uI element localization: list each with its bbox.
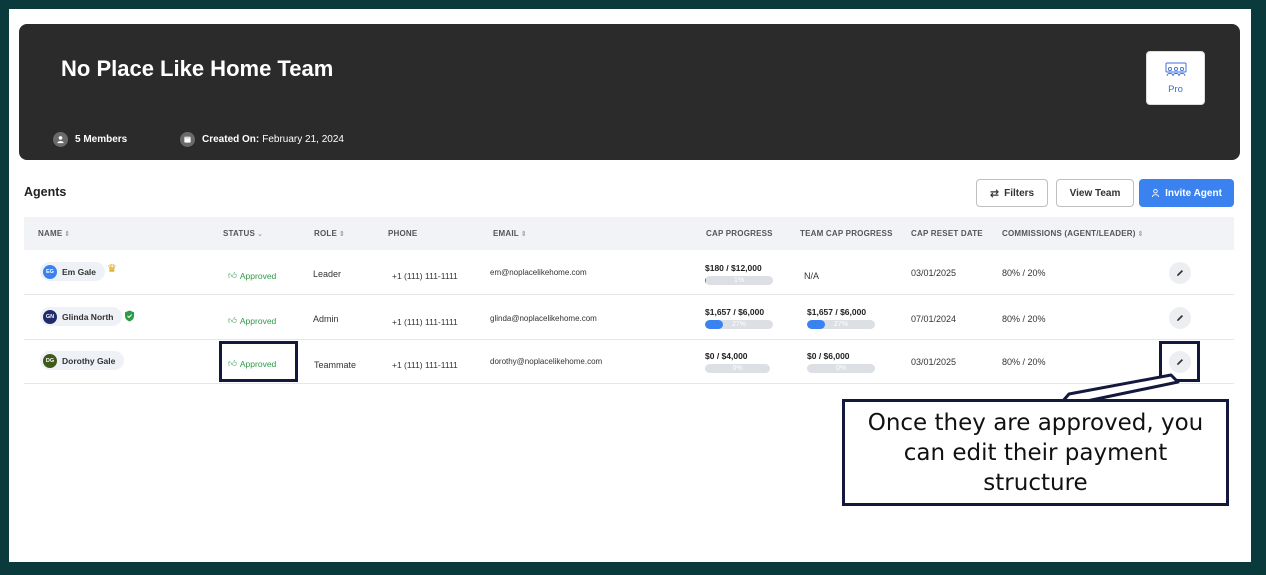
pencil-icon xyxy=(1177,315,1183,321)
table-row: DG Dorothy Gale 👍︎ Approved Teammate +1 (… xyxy=(24,340,1234,384)
calendar-icon xyxy=(180,132,195,147)
agent-name-chip[interactable]: GN Glinda North xyxy=(40,307,123,326)
role: Teammate xyxy=(314,360,357,370)
team-cap-progress: N/A xyxy=(804,271,820,281)
table-header: NAME ⇕ STATUS ⌄ ROLE ⇕ PHONE EMAIL ⇕ CAP PRO… xyxy=(24,217,1234,250)
role: Leader xyxy=(313,269,342,279)
edit-highlight-box xyxy=(1159,341,1200,382)
avatar: EG xyxy=(43,264,57,279)
shield-icon xyxy=(124,310,135,324)
cap-progress: $0 / $4,000 0% xyxy=(705,351,770,373)
email: glinda@noplacelikehome.com xyxy=(490,314,597,323)
team-icon xyxy=(1165,62,1186,76)
phone: +1 (111) 111-1111 xyxy=(392,317,458,327)
cap-progress-bar: 1% xyxy=(705,276,773,285)
phone: +1 (111) 111-1111 xyxy=(392,271,458,281)
agents-title: Agents xyxy=(24,185,67,199)
edit-button[interactable] xyxy=(1169,307,1191,329)
filters-button[interactable]: ⇄ Filters xyxy=(976,179,1048,207)
col-cap-reset-date: CAP RESET DATE xyxy=(911,229,983,238)
table-row: GN Glinda North 👍︎ Approved Admin +1 (111… xyxy=(24,296,1234,340)
plan-label: Pro xyxy=(1168,83,1183,95)
commissions: 80% / 20% xyxy=(1002,268,1046,278)
agent-name-chip[interactable]: EG Em Gale xyxy=(40,262,106,281)
filter-arrows-icon: ⇄ xyxy=(989,187,1000,200)
cap-reset-date: 03/01/2025 xyxy=(911,357,957,367)
thumbs-up-icon: 👍︎ xyxy=(228,270,237,280)
team-cap-progress-bar: 27% xyxy=(807,320,875,329)
plan-badge: Pro xyxy=(1146,51,1205,105)
agent-name-chip[interactable]: DG Dorothy Gale xyxy=(40,351,125,370)
team-cap-progress-bar: 0% xyxy=(807,364,875,373)
cap-progress-bar: 0% xyxy=(705,364,770,373)
user-icon xyxy=(53,132,68,147)
pencil-icon xyxy=(1177,270,1183,276)
col-commissions[interactable]: COMMISSIONS (AGENT/LEADER) ⇕ xyxy=(1002,229,1144,238)
col-cap-progress: CAP PROGRESS xyxy=(706,229,773,238)
commissions: 80% / 20% xyxy=(1002,357,1046,367)
cap-reset-date: 07/01/2024 xyxy=(911,314,957,324)
user-plus-icon xyxy=(1151,188,1160,198)
view-team-button[interactable]: View Team xyxy=(1056,179,1134,207)
role: Admin xyxy=(313,314,339,324)
cap-progress: $180 / $12,000 1% xyxy=(705,263,773,285)
avatar: DG xyxy=(43,353,57,368)
team-title: No Place Like Home Team xyxy=(61,56,334,81)
col-email[interactable]: EMAIL ⇕ xyxy=(493,229,527,238)
col-role[interactable]: ROLE ⇕ xyxy=(314,229,345,238)
crown-icon: ♛ xyxy=(107,263,117,275)
members-count: 5 Members xyxy=(53,132,130,147)
cap-progress: $1,657 / $6,000 27% xyxy=(705,307,773,329)
col-phone: PHONE xyxy=(388,229,418,238)
cap-progress-bar: 27% xyxy=(705,320,773,329)
commissions: 80% / 20% xyxy=(1002,314,1046,324)
status-approved: 👍︎ Approved xyxy=(228,270,277,281)
email: em@noplacelikehome.com xyxy=(490,268,587,277)
status-approved: 👍︎ Approved xyxy=(228,315,277,326)
table-row: EG Em Gale ♛ 👍︎ Approved Leader +1 (111) … xyxy=(24,251,1234,295)
col-team-cap-progress: TEAM CAP PROGRESS xyxy=(800,229,893,238)
callout-text: Once they are approved, you can edit the… xyxy=(867,409,1204,496)
thumbs-up-icon: 👍︎ xyxy=(228,315,237,325)
status-highlight-box xyxy=(219,341,298,382)
cap-reset-date: 03/01/2025 xyxy=(911,268,957,278)
team-cap-progress: $0 / $6,000 0% xyxy=(807,351,875,373)
created-on: Created On: February 21, 2024 xyxy=(180,132,344,147)
invite-agent-button[interactable]: Invite Agent xyxy=(1139,179,1234,207)
avatar: GN xyxy=(43,309,57,324)
team-cap-progress: $1,657 / $6,000 27% xyxy=(807,307,875,329)
col-name[interactable]: NAME ⇕ xyxy=(38,229,70,238)
callout-box: Once they are approved, you can edit the… xyxy=(842,399,1229,506)
phone: +1 (111) 111-1111 xyxy=(392,360,458,370)
col-status[interactable]: STATUS ⌄ xyxy=(223,229,263,238)
team-header: No Place Like Home Team 5 Members Create… xyxy=(19,24,1240,160)
email: dorothy@noplacelikehome.com xyxy=(490,357,603,366)
edit-button[interactable] xyxy=(1169,262,1191,284)
